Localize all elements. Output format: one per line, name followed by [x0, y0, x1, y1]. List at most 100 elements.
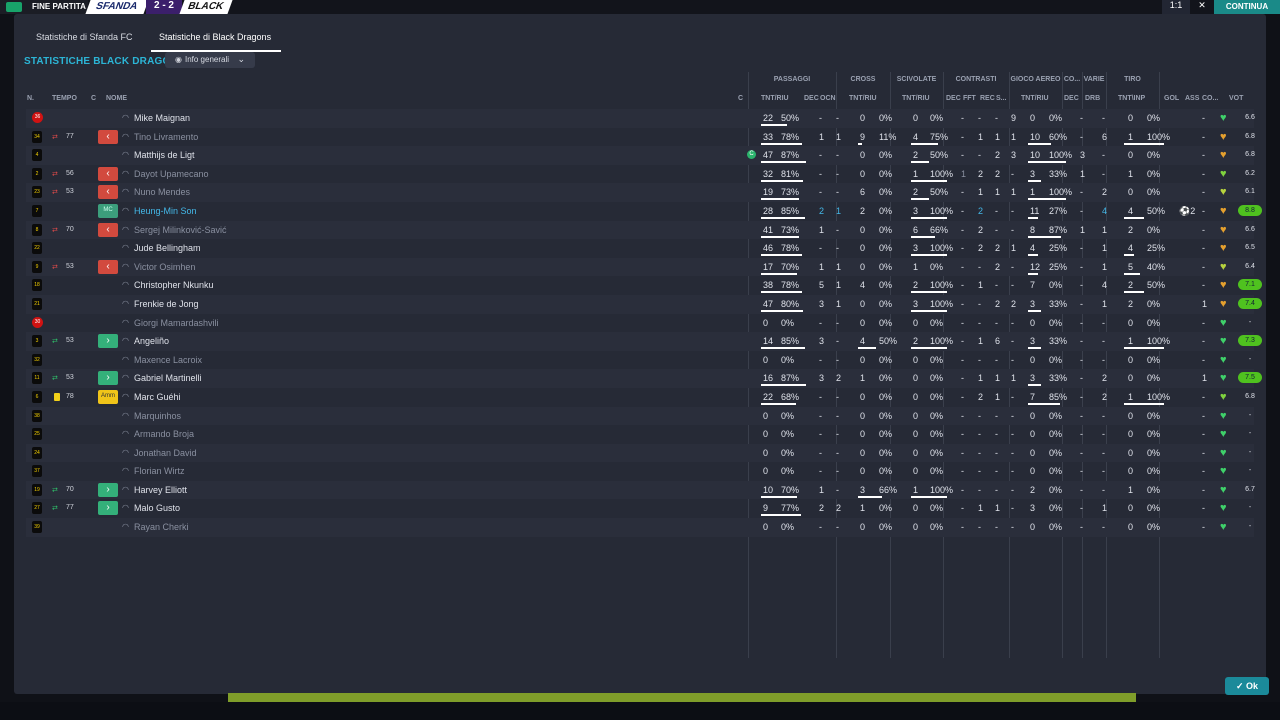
match-score: 2 - 2 [146, 0, 182, 14]
player-name[interactable]: Jude Bellingham [134, 243, 201, 253]
condition-heart-icon: ♥ [1220, 353, 1227, 366]
contrast-s: - [1011, 429, 1014, 440]
col-captain[interactable]: C [738, 95, 743, 102]
table-row[interactable]: 39 ◠ Rayan Cherki 0 0% - - 0 0% 0 0% - - - - 0 0% - - 0 0% - ♥… [26, 518, 1254, 537]
table-row[interactable]: 11 ⇄ 53 › ◠ Gabriel Martinelli 16 87% 3 2 1 0% 0 0% -1… [26, 369, 1262, 388]
table-row[interactable]: 2 ⇄ 56 ‹ ◠ Dayot Upamecano 32 81% - -0 0% 1 100% 1 2 2-… [26, 165, 1255, 184]
player-name[interactable]: Jonathan David [134, 448, 197, 458]
contrast-dec: - [961, 410, 964, 421]
dribbles: - [1102, 354, 1105, 365]
col-name[interactable]: NOME [106, 95, 127, 102]
cross-pct: 66% [879, 484, 898, 495]
player-name[interactable]: Gabriel Martinelli [134, 373, 202, 383]
table-row[interactable]: 38 ◠ Marquinhos 0 0% - - 0 0% 0 0% - - - - 0 0% - - 0 0% - ♥ - [26, 406, 1254, 426]
player-name[interactable]: Christopher Nkunku [134, 280, 214, 290]
minute: 70 [66, 225, 74, 233]
tackle-attempts: 0 [913, 317, 919, 328]
col-tackle[interactable]: TNT/RIU [902, 95, 930, 102]
player-name[interactable]: Maxence Lacroix [134, 355, 202, 365]
table-row[interactable]: 30 ◠ Giorgi Mamardashvili 0 0% - -0 0% 0 0% - - - -0 0… [26, 314, 1254, 333]
ok-button[interactable]: ✓ Ok [1225, 677, 1269, 695]
col-vote[interactable]: VOT [1229, 95, 1243, 102]
table-row[interactable]: 23 ⇄ 53 ‹ ◠ Nuno Mendes 19 73% - -6 0% 2 50% -1 1 1 1 100… [26, 183, 1255, 202]
col-c[interactable]: C [91, 95, 96, 102]
player-name[interactable]: Rayan Cherki [134, 522, 189, 532]
match-vote: - [1248, 467, 1252, 475]
table-row[interactable]: 3 ⇄ 53 › ◠ Angeliño 14 85% 3-4 50% 2 100% -1 6-3 33% - -… [26, 332, 1262, 351]
co-dec: - [1080, 298, 1083, 309]
player-name[interactable]: Giorgi Mamardashvili [134, 318, 219, 328]
table-row[interactable]: 21 ◠ Frenkie de Jong 47 80% 3 1 0 0% 3 100% - -2 2 3 33… [26, 294, 1262, 314]
player-name[interactable]: Armando Broja [134, 429, 194, 439]
player-name[interactable]: Heung-Min Son [134, 206, 197, 216]
col-pass[interactable]: TNT/RIU [761, 95, 789, 102]
table-row[interactable]: 18 ◠ Christopher Nkunku 38 78% 5 1 4 0% 2 100% -1- -… [26, 276, 1262, 295]
player-name[interactable]: Florian Wirtz [134, 466, 185, 476]
table-row[interactable]: 4 ◠ Matthijs de Ligt C 47 87% - -0 0% 2 50% - -2 3 10 1… [26, 146, 1255, 165]
table-row[interactable]: 34 ⇄ 77 ‹ ◠ Tino Livramento 33 78% 1 1 9 11% 4 75% -1 1… [26, 128, 1255, 147]
shot-attempts: 0 [1128, 354, 1134, 365]
pass-dec: 1 [819, 224, 825, 235]
player-name[interactable]: Tino Livramento [134, 132, 198, 142]
player-name[interactable]: Marquinhos [134, 411, 181, 421]
player-name[interactable]: Marc Guéhi [134, 392, 181, 402]
player-name[interactable]: Mike Maignan [134, 113, 190, 123]
col-dribbles[interactable]: DRB [1085, 95, 1100, 102]
minute: 53 [66, 188, 74, 196]
col-aerial[interactable]: TNT/RIU [1021, 95, 1049, 102]
player-name[interactable]: Angeliño [134, 336, 169, 346]
pass-pct: 0% [781, 410, 795, 421]
shot-pct: 100% [1147, 131, 1171, 142]
close-icon[interactable]: ✕ [1192, 0, 1212, 14]
player-name[interactable]: Matthijs de Ligt [134, 150, 195, 160]
player-name[interactable]: Dayot Upamecano [134, 169, 209, 179]
continue-button[interactable]: CONTINUA [1214, 0, 1280, 14]
col-con-rec[interactable]: REC [980, 95, 995, 102]
col-shots[interactable]: TNT\INP [1118, 95, 1145, 102]
col-goals[interactable]: GOL [1164, 95, 1179, 102]
player-name[interactable]: Harvey Elliott [134, 485, 187, 495]
shot-pct: 50% [1147, 280, 1166, 291]
table-row[interactable]: 19 ⇄ 70 › ◠ Harvey Elliott 10 70% 1-3 66% 1 100% - - -… [26, 480, 1255, 500]
player-name[interactable]: Victor Osimhen [134, 262, 195, 272]
co-dec: 3 [1080, 150, 1086, 161]
contrast-s: 3 [1011, 150, 1017, 161]
contrast-rec: 1 [995, 373, 1001, 384]
assists: - [1202, 447, 1205, 458]
table-row[interactable]: 36 ◠ Mike Maignan 22 50% - - 0 0% 0 0% - - - 9 0 0% - - 0 0%… [26, 109, 1255, 128]
col-condition[interactable]: CO... [1202, 95, 1218, 102]
col-num[interactable]: N. [27, 95, 34, 102]
view-dropdown[interactable]: ◉ Info generali ⌄ [165, 52, 255, 68]
col-con-fft[interactable]: FFT [963, 95, 976, 102]
col-co-dec[interactable]: DEC [1064, 95, 1079, 102]
zoom-toggle[interactable]: 1:1 [1162, 0, 1190, 14]
col-pass-dec[interactable]: DEC [804, 95, 819, 102]
table-row[interactable]: 9 ⇄ 53 ‹ ◠ Victor Osimhen 17 70% 1 1 0 0% 1 0% - -2-12 2… [26, 257, 1255, 277]
col-pass-ocn[interactable]: OCN [820, 95, 836, 102]
co-dec: - [1080, 243, 1083, 254]
shot-attempts: 0 [1128, 466, 1134, 477]
cross-pct: 0% [879, 243, 893, 254]
player-name[interactable]: Sergej Milinković-Savić [134, 225, 227, 235]
table-row[interactable]: 24 ◠ Jonathan David 0 0% - - 0 0% 0 0% - - - - 0 0% - - 0 0%… [26, 443, 1254, 463]
table-row[interactable]: 6 78 Amm ◠ Marc Guéhi 22 68% - -0 0% 0 0% -2 1-7 85% -2… [26, 388, 1255, 407]
table-row[interactable]: 8 ⇄ 70 ‹ ◠ Sergej Milinković-Savić 41 73% 1-0 0% 6… [26, 220, 1255, 240]
table-row[interactable]: 7 MC ◠ Heung-Min Son 28 85% 2 1 2 0% 3 100% -2- -11 27… [26, 202, 1262, 221]
col-assists[interactable]: ASS [1185, 95, 1199, 102]
col-cross[interactable]: TNT/RIU [849, 95, 877, 102]
player-name[interactable]: Frenkie de Jong [134, 299, 199, 309]
pass-ocn: - [836, 168, 839, 179]
table-row[interactable]: 27 ⇄ 77 › ◠ Malo Gusto 9 77% 2 2 1 0% 0 0% -1 1-3 0% -1 0 0… [26, 499, 1254, 518]
tab-sfanda-stats[interactable]: Statistiche di Sfanda FC [28, 26, 143, 50]
col-time[interactable]: TEMPO [52, 95, 77, 102]
table-row[interactable]: 25 ◠ Armando Broja 0 0% - - 0 0% 0 0% - - - - 0 0% - - 0 0% -… [26, 425, 1254, 444]
col-con-dec[interactable]: DEC [946, 95, 961, 102]
table-row[interactable]: 22 ◠ Jude Bellingham 46 78% - -0 0% 3 100% -2 2 1 4 25… [26, 239, 1255, 258]
player-name[interactable]: Malo Gusto [134, 503, 180, 513]
table-row[interactable]: 37 ◠ Florian Wirtz 0 0% - - 0 0% 0 0% - - - - 0 0% - - 0 0% -… [26, 462, 1254, 481]
player-name[interactable]: Nuno Mendes [134, 187, 190, 197]
col-con-s[interactable]: S... [996, 95, 1007, 102]
dribbles: - [1102, 336, 1105, 347]
table-row[interactable]: 32 ◠ Maxence Lacroix 0 0% - -0 0% 0 0% - - - -0 0% - -0 0… [26, 351, 1254, 370]
tab-black-dragons-stats[interactable]: Statistiche di Black Dragons [151, 26, 282, 52]
